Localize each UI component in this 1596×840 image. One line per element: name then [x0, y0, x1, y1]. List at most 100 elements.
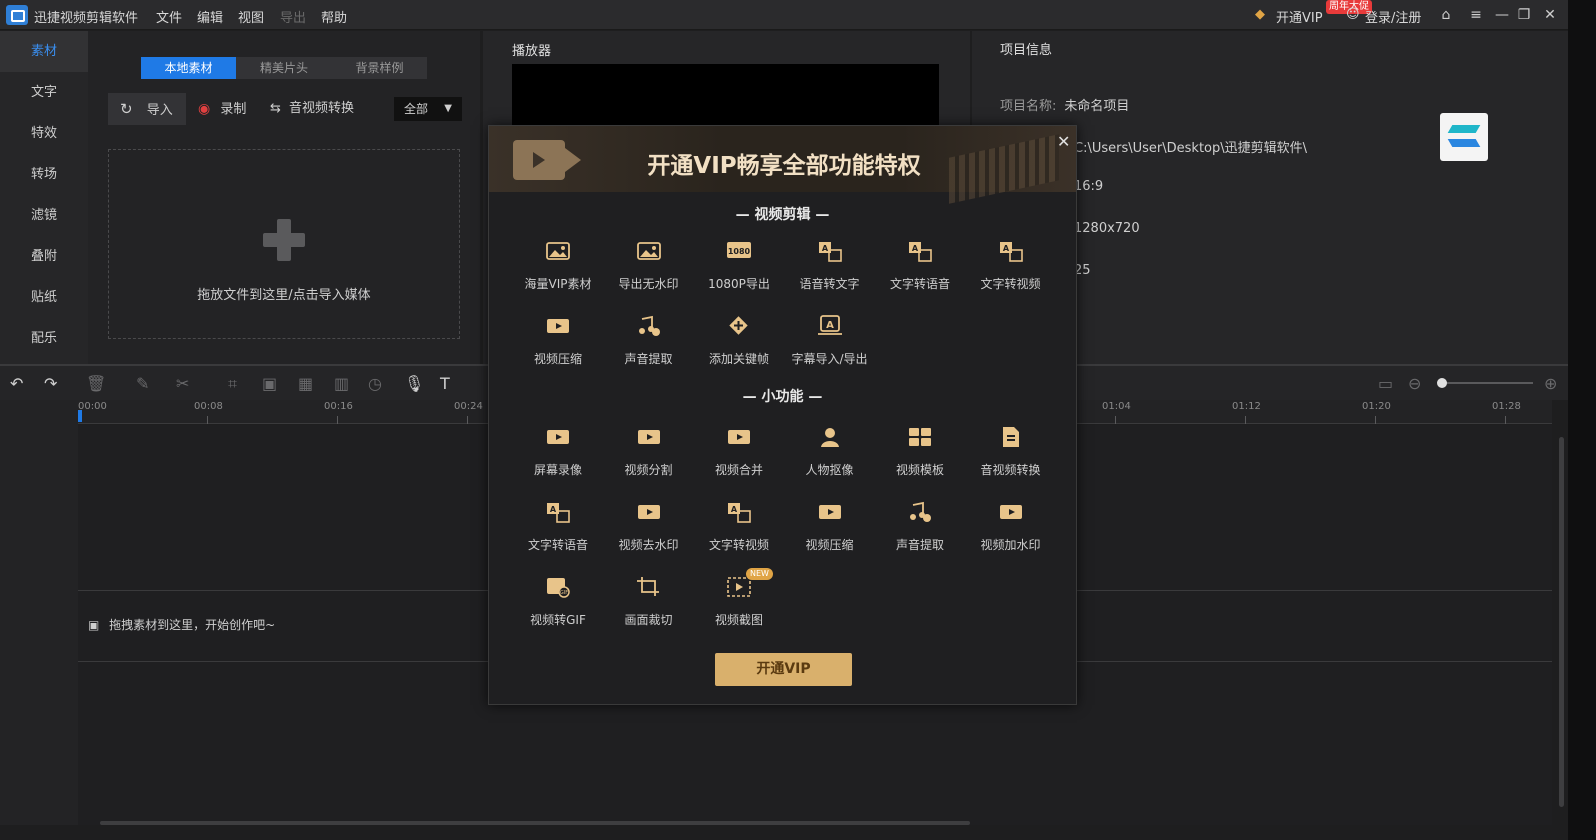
sidebar-item-filters[interactable]: 滤镜 — [0, 195, 88, 236]
edit-feature-3[interactable]: A 语音转文字 — [785, 240, 875, 306]
media-filter-select[interactable]: 全部 ▼ — [394, 97, 462, 121]
feature-label: 视频去水印 — [618, 538, 679, 552]
edit-feature-4[interactable]: A 文字转语音 — [875, 240, 965, 306]
sidebar-item-effects[interactable]: 特效 — [0, 113, 88, 154]
tool-feature-10[interactable]: 声音提取 — [875, 501, 965, 567]
text-to-speech-icon: A — [545, 501, 571, 523]
edit-feature-2[interactable]: 1080 1080P导出 — [694, 240, 784, 306]
svg-text:GIF: GIF — [560, 590, 568, 596]
film-icon: ▣ — [88, 618, 100, 632]
film-strip-icon — [949, 134, 1059, 204]
open-vip-button[interactable]: 开通VIP — [715, 653, 852, 686]
tool-feature-3[interactable]: 人物抠像 — [785, 426, 875, 492]
player-title: 播放器 — [512, 44, 552, 59]
hd-1080-icon: 1080 — [726, 240, 752, 262]
menu-export[interactable]: 导出 — [280, 7, 306, 26]
cut-icon[interactable]: ✂ — [176, 374, 189, 393]
sidebar-item-music[interactable]: 配乐 — [0, 318, 88, 359]
speed-icon[interactable]: ◷ — [368, 374, 382, 393]
drag-hint: ▣ 拖拽素材到这里，开始创作吧~ — [88, 618, 276, 632]
feature-label: 视频截图 — [714, 613, 763, 627]
edit-feature-9[interactable]: A 字幕导入/导出 — [785, 315, 875, 381]
zoom-slider-handle[interactable] — [1437, 378, 1447, 388]
login-register-link[interactable]: 登录/注册 — [1365, 7, 1421, 26]
zoom-in-icon[interactable]: ⊕ — [1544, 374, 1557, 393]
tool-feature-9[interactable]: 视频压缩 — [785, 501, 875, 567]
vip-banner-title: 开通VIP畅享全部功能特权 — [647, 153, 921, 179]
tool-feature-8[interactable]: A 文字转视频 — [694, 501, 784, 567]
av-convert-icon — [998, 426, 1024, 448]
mosaic-icon[interactable]: ▣ — [262, 374, 277, 393]
tab-intro-templates[interactable]: 精美片头 — [236, 57, 332, 79]
menu-file[interactable]: 文件 — [156, 7, 182, 26]
feature-label: 视频压缩 — [533, 352, 582, 366]
import-button[interactable]: ↻ 导入 — [108, 93, 186, 125]
sidebar-item-transitions[interactable]: 转场 — [0, 154, 88, 195]
media-drop-zone[interactable]: 拖放文件到这里/点击导入媒体 — [108, 149, 460, 339]
delete-icon[interactable]: 🗑 — [86, 374, 106, 393]
menu-view[interactable]: 视图 — [238, 7, 264, 26]
edit-feature-7[interactable]: 声音提取 — [604, 315, 694, 381]
menu-help[interactable]: 帮助 — [321, 7, 347, 26]
edit-feature-6[interactable]: 视频压缩 — [513, 315, 603, 381]
audio-wave-icon[interactable]: ▥ — [334, 374, 349, 393]
record-label: 录制 — [220, 102, 247, 117]
media-panel: 本地素材 精美片头 背景样例 ↻ 导入 ◉ 录制 ⇆ 音视频转换 全部 ▼ 拖放… — [88, 31, 480, 364]
tool-feature-1[interactable]: 视频分割 — [604, 426, 694, 492]
minimize-icon[interactable]: — — [1492, 5, 1512, 25]
fit-timeline-icon[interactable]: ▭ — [1378, 374, 1393, 393]
audio-extract-icon — [907, 501, 933, 523]
home-icon[interactable]: ⌂ — [1436, 5, 1456, 25]
vip-banner: 开通VIP畅享全部功能特权 ✕ — [489, 126, 1076, 204]
tool-feature-0[interactable]: 屏幕录像 — [513, 426, 603, 492]
tool-feature-4[interactable]: 视频模板 — [875, 426, 965, 492]
edit-icon[interactable]: ✎ — [136, 374, 149, 393]
tool-feature-14[interactable]: NEW 视频截图 — [694, 568, 784, 642]
maximize-icon[interactable]: ❐ — [1514, 5, 1534, 25]
close-icon[interactable]: ✕ — [1057, 132, 1070, 151]
zoom-slider[interactable] — [1438, 382, 1533, 384]
tick-label: 00:08 — [194, 401, 223, 412]
edit-feature-8[interactable]: 添加关键帧 — [694, 315, 784, 381]
timeline-vertical-scrollbar[interactable] — [1556, 425, 1566, 820]
edit-feature-1[interactable]: 导出无水印 — [604, 240, 694, 306]
text-to-speech-tool-icon[interactable]: T — [440, 374, 450, 393]
sidebar-item-overlay[interactable]: 叠附 — [0, 236, 88, 277]
menu-edit[interactable]: 编辑 — [197, 7, 223, 26]
open-vip-link[interactable]: 开通VIP — [1276, 7, 1323, 26]
timeline-horizontal-scrollbar[interactable] — [88, 820, 1558, 826]
crop-tool-icon[interactable]: ⌗ — [228, 374, 237, 394]
sidebar-item-material[interactable]: 素材 — [0, 31, 88, 72]
av-convert-button[interactable]: ⇆ 音视频转换 — [270, 93, 354, 125]
undo-icon[interactable]: ↶ — [10, 374, 23, 393]
freeze-icon[interactable]: ▦ — [298, 374, 313, 393]
feature-label: 语音转文字 — [799, 277, 860, 291]
sidebar-item-text[interactable]: 文字 — [0, 72, 88, 113]
category-sidebar: 素材 文字 特效 转场 滤镜 叠附 贴纸 配乐 — [0, 31, 88, 364]
tool-feature-6[interactable]: A 文字转语音 — [513, 501, 603, 567]
edit-feature-5[interactable]: A 文字转视频 — [966, 240, 1056, 306]
tab-background-samples[interactable]: 背景样例 — [332, 57, 427, 79]
close-window-icon[interactable]: ✕ — [1540, 5, 1560, 25]
tool-feature-2[interactable]: 视频合并 — [694, 426, 784, 492]
sidebar-item-stickers[interactable]: 贴纸 — [0, 277, 88, 318]
edit-feature-0[interactable]: 海量VIP素材 — [513, 240, 603, 306]
vip-dialog: 开通VIP畅享全部功能特权 ✕ — 视频剪辑 — 海量VIP素材 导出无水印 108… — [488, 125, 1077, 705]
tool-feature-5[interactable]: 音视频转换 — [966, 426, 1056, 492]
tool-feature-11[interactable]: 视频加水印 — [966, 501, 1056, 567]
text-to-speech-icon: A — [907, 240, 933, 262]
feature-label: 文字转视频 — [708, 538, 769, 552]
user-icon: ☺ — [1346, 7, 1360, 22]
svg-text:A: A — [821, 244, 828, 253]
subtitle-icon: A — [817, 315, 843, 337]
tool-feature-12[interactable]: GIF 视频转GIF — [513, 576, 603, 642]
tool-feature-7[interactable]: 视频去水印 — [604, 501, 694, 567]
tab-local-material[interactable]: 本地素材 — [141, 57, 236, 79]
record-button[interactable]: ◉ 录制 — [198, 93, 246, 125]
tool-feature-13[interactable]: 画面裁切 — [604, 576, 694, 642]
feature-label: 字幕导入/导出 — [791, 352, 868, 366]
microphone-icon[interactable]: 🎙 — [404, 374, 424, 393]
menu-icon[interactable]: ≡ — [1466, 5, 1486, 25]
zoom-out-icon[interactable]: ⊖ — [1408, 374, 1421, 393]
redo-icon[interactable]: ↷ — [44, 374, 57, 393]
